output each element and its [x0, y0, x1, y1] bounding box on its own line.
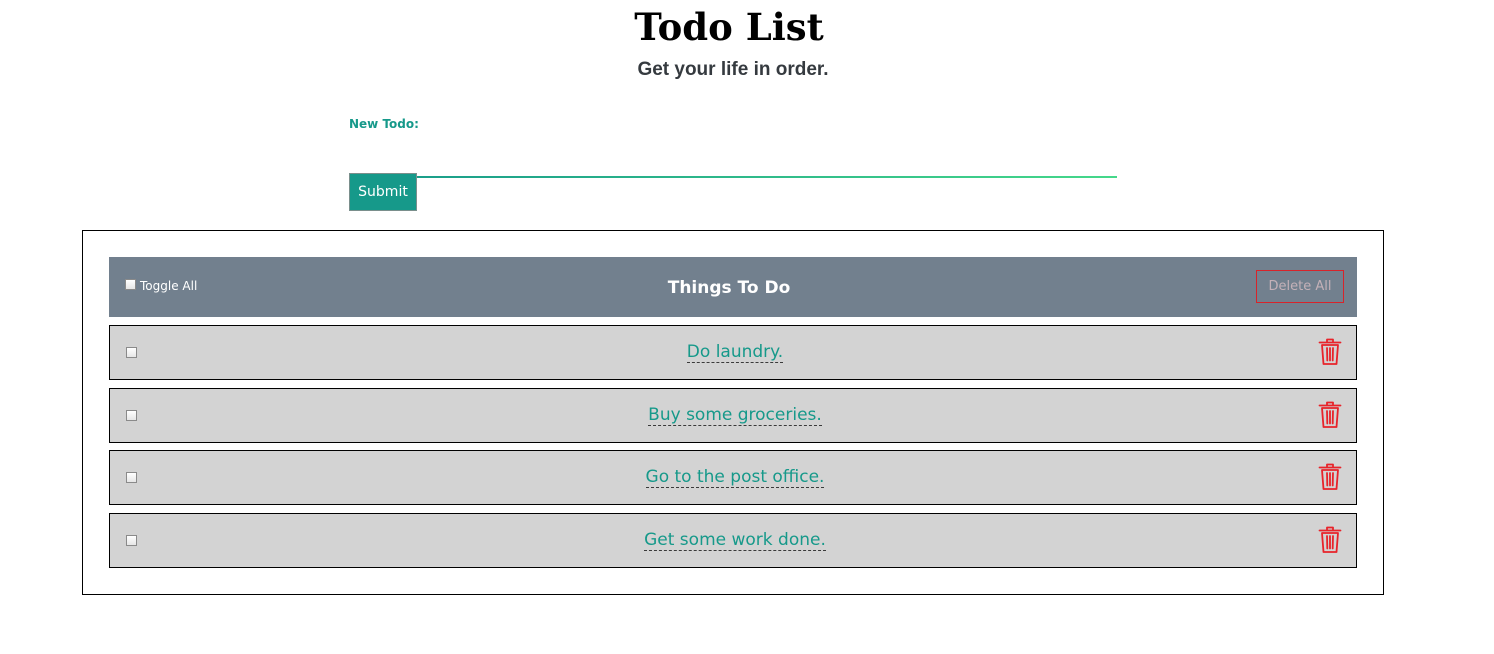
list-title: Things To Do: [667, 278, 791, 298]
todo-list-panel: Toggle All Things To Do Delete All Do la…: [82, 230, 1384, 595]
todo-text-wrap: Get some work done.: [110, 527, 1360, 554]
new-todo-input[interactable]: [349, 144, 1117, 176]
todo-text-wrap: Buy some groceries.: [110, 402, 1360, 429]
new-todo-form: New Todo: Submit: [349, 116, 1117, 211]
page-subtitle: Get your life in order.: [637, 59, 829, 80]
todo-item: Get some work done.: [109, 513, 1357, 568]
list-header: Toggle All Things To Do Delete All: [109, 257, 1357, 317]
todo-text-wrap: Go to the post office.: [110, 464, 1360, 491]
delete-all-button[interactable]: Delete All: [1256, 270, 1344, 303]
todo-text[interactable]: Get some work done.: [644, 530, 826, 551]
todo-text-wrap: Do laundry.: [110, 339, 1360, 366]
trash-icon[interactable]: [1318, 463, 1342, 491]
input-underline: [349, 176, 1117, 178]
page-title: Todo List: [634, 5, 824, 49]
todo-text[interactable]: Go to the post office.: [645, 467, 825, 488]
trash-icon[interactable]: [1318, 401, 1342, 429]
todo-text[interactable]: Do laundry.: [686, 342, 784, 363]
todo-item: Do laundry.: [109, 325, 1357, 380]
trash-icon[interactable]: [1318, 526, 1342, 554]
submit-button[interactable]: Submit: [349, 173, 417, 211]
todo-text[interactable]: Buy some groceries.: [648, 405, 822, 426]
new-todo-input-wrap: [349, 144, 1117, 178]
trash-icon[interactable]: [1318, 338, 1342, 366]
todo-item: Go to the post office.: [109, 450, 1357, 505]
todo-item: Buy some groceries.: [109, 388, 1357, 443]
new-todo-label: New Todo:: [349, 117, 419, 131]
